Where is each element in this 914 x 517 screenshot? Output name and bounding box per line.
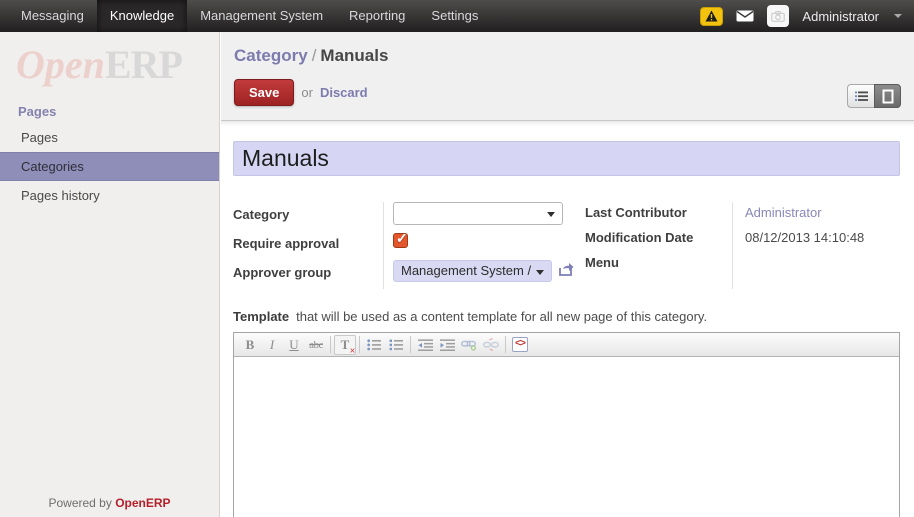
form-view-icon: [882, 89, 894, 104]
approver-group-value: Management System /: [401, 263, 531, 278]
nav-item-management-system[interactable]: Management System: [187, 0, 336, 32]
page-title-input[interactable]: [233, 141, 900, 176]
indent-button[interactable]: [436, 335, 458, 355]
avatar[interactable]: [767, 5, 789, 27]
user-menu[interactable]: Administrator: [802, 9, 879, 24]
sidebar-item-pages[interactable]: Pages: [0, 123, 219, 152]
editor-toolbar: B I U abc T×: [234, 333, 899, 357]
template-row: Template that will be used as a content t…: [233, 309, 900, 324]
discard-link[interactable]: Discard: [320, 85, 368, 100]
logo-open-text: Open: [16, 42, 105, 87]
editor-content-area[interactable]: [234, 357, 899, 517]
indent-icon: [440, 339, 455, 351]
warning-icon[interactable]: [700, 7, 723, 26]
underline-button[interactable]: U: [283, 335, 305, 355]
template-editor: B I U abc T×: [233, 332, 900, 517]
category-select[interactable]: [393, 202, 563, 225]
control-panel: Category/Manuals Save or Discard: [221, 32, 914, 121]
unordered-list-button[interactable]: [363, 335, 385, 355]
brand-link[interactable]: OpenERP: [115, 496, 170, 510]
category-label: Category: [233, 202, 383, 231]
last-contributor-value[interactable]: Administrator: [745, 202, 822, 224]
top-nav: Messaging Knowledge Management System Re…: [0, 0, 491, 32]
form-sheet: Category Require approval Approver group: [221, 121, 914, 517]
main-content: Category/Manuals Save or Discard Categor…: [221, 32, 914, 517]
form-view-button[interactable]: [874, 84, 901, 108]
italic-button[interactable]: I: [261, 335, 283, 355]
ordered-list-button[interactable]: [385, 335, 407, 355]
form-fields: Category Require approval Approver group: [233, 202, 900, 289]
bold-button[interactable]: B: [239, 335, 261, 355]
view-source-button[interactable]: <>: [509, 335, 531, 355]
toolbar-separator: [330, 336, 331, 353]
nav-item-settings[interactable]: Settings: [418, 0, 491, 32]
add-link-icon: [461, 338, 477, 351]
view-source-icon: <>: [512, 337, 528, 352]
template-description: that will be used as a content template …: [296, 309, 707, 324]
or-label: or: [301, 85, 313, 100]
nav-item-messaging[interactable]: Messaging: [8, 0, 97, 32]
toolbar-separator: [505, 336, 506, 353]
list-view-button[interactable]: [847, 84, 874, 108]
modification-date-value: 08/12/2013 14:10:48: [745, 227, 864, 249]
remove-format-icon: T×: [341, 337, 350, 353]
strikethrough-icon: abc: [309, 339, 323, 351]
breadcrumb-category-link[interactable]: Category: [234, 46, 308, 65]
toolbar-separator: [410, 336, 411, 353]
openerp-logo: OpenERP: [16, 42, 219, 88]
external-link-icon[interactable]: [558, 262, 574, 282]
form-left-column: Category Require approval Approver group: [233, 202, 585, 289]
require-approval-checkbox[interactable]: [393, 233, 408, 248]
sidebar: OpenERP Pages Pages Categories Pages his…: [0, 32, 220, 517]
nav-item-knowledge[interactable]: Knowledge: [97, 0, 187, 32]
top-bar-right: Administrator: [700, 0, 914, 32]
italic-icon: I: [270, 337, 274, 353]
breadcrumb: Category/Manuals: [221, 32, 914, 66]
sidebar-item-pages-history[interactable]: Pages history: [0, 181, 219, 210]
view-switcher: [847, 84, 901, 108]
menu-label: Menu: [585, 252, 732, 277]
form-right-column: Last Contributor Modification Date Menu …: [585, 202, 900, 289]
require-approval-label: Require approval: [233, 231, 383, 260]
save-discard-row: Save or Discard: [234, 79, 914, 106]
nav-item-reporting[interactable]: Reporting: [336, 0, 418, 32]
bold-icon: B: [246, 337, 255, 353]
sidebar-item-categories[interactable]: Categories: [0, 152, 219, 181]
breadcrumb-separator: /: [308, 46, 321, 65]
underline-icon: U: [289, 337, 298, 353]
approver-group-label: Approver group: [233, 260, 383, 289]
approver-group-select[interactable]: Management System /: [393, 260, 552, 282]
toolbar-separator: [359, 336, 360, 353]
powered-by: Powered by OpenERP: [0, 496, 219, 510]
last-contributor-label: Last Contributor: [585, 202, 732, 227]
breadcrumb-current: Manuals: [320, 46, 388, 65]
top-bar: Messaging Knowledge Management System Re…: [0, 0, 914, 32]
remove-link-icon: [483, 338, 499, 351]
ordered-list-icon: [389, 339, 403, 351]
list-view-icon: [855, 91, 868, 102]
chevron-down-icon[interactable]: [894, 14, 902, 18]
modification-date-label: Modification Date: [585, 227, 732, 252]
add-link-button[interactable]: [458, 335, 480, 355]
template-label: Template: [233, 309, 289, 324]
remove-link-button[interactable]: [480, 335, 502, 355]
logo-erp-text: ERP: [105, 42, 182, 87]
unordered-list-icon: [367, 339, 381, 351]
outdent-button[interactable]: [414, 335, 436, 355]
sidebar-section-pages: Pages: [18, 104, 219, 119]
remove-format-button[interactable]: T×: [334, 335, 356, 355]
powered-by-prefix: Powered by: [48, 496, 111, 510]
outdent-icon: [418, 339, 433, 351]
strikethrough-button[interactable]: abc: [305, 335, 327, 355]
mail-icon[interactable]: [736, 10, 754, 22]
save-button[interactable]: Save: [234, 79, 294, 106]
